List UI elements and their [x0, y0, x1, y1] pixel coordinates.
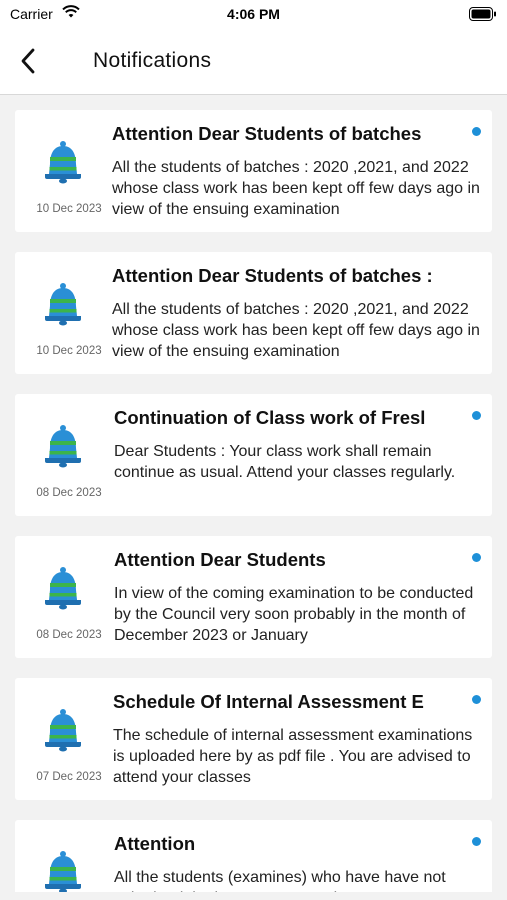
notification-body: All the students of batches : 2020 ,2021…: [112, 301, 480, 360]
bell-icon: [41, 566, 85, 612]
notification-card[interactable]: 10 Dec 2023 Attention Dear Students of b…: [15, 110, 492, 232]
battery-icon: [469, 7, 497, 26]
unread-dot: [472, 695, 481, 704]
notification-title: Schedule Of Internal Assessment E: [113, 691, 424, 712]
bell-icon: [41, 282, 85, 328]
navigation-bar: Notifications: [0, 28, 507, 95]
notification-body: All the students of batches : 2020 ,2021…: [112, 159, 480, 218]
bell-icon: [41, 140, 85, 186]
unread-dot: [472, 553, 481, 562]
notification-card[interactable]: 10 Dec 2023 Attention Dear Students of b…: [15, 252, 492, 374]
notification-list[interactable]: 10 Dec 2023 Attention Dear Students of b…: [0, 95, 507, 892]
notification-body: Dear Students : Your class work shall re…: [114, 443, 456, 481]
bell-icon: [41, 850, 85, 892]
notification-card[interactable]: 08 Dec 2023 Continuation of Class work o…: [15, 394, 492, 516]
status-bar: Carrier 4:06 PM: [0, 0, 507, 28]
notification-title: Attention Dear Students of batches :: [112, 265, 433, 286]
notification-title: Continuation of Class work of Fresl: [114, 407, 426, 428]
notification-title: Attention Dear Students of batches: [112, 123, 422, 144]
chevron-left-icon: [21, 48, 35, 74]
notification-date: 07 Dec 2023: [36, 771, 102, 783]
notification-title: Attention Dear Students: [114, 549, 326, 570]
notification-card[interactable]: 07 Dec 2023 Schedule Of Internal Assessm…: [15, 678, 492, 800]
notification-date: 10 Dec 2023: [36, 345, 102, 357]
notification-body: In view of the coming examination to be …: [114, 585, 474, 644]
back-button[interactable]: [14, 46, 44, 76]
notification-date: 08 Dec 2023: [36, 487, 102, 499]
notification-title: Attention: [114, 833, 196, 854]
clock: 4:06 PM: [227, 6, 280, 22]
notification-card[interactable]: 08 Dec 2023 Attention Dear Students In v…: [15, 536, 492, 658]
unread-dot: [472, 127, 481, 136]
notification-card[interactable]: Attention All the students (examines) wh…: [15, 820, 492, 892]
unread-dot: [472, 411, 481, 420]
notification-date: 08 Dec 2023: [36, 629, 102, 641]
notification-body: The schedule of internal assessment exam…: [113, 727, 473, 786]
bell-icon: [41, 424, 85, 470]
unread-dot: [472, 837, 481, 846]
notification-date: 10 Dec 2023: [36, 203, 102, 215]
page-title: Notifications: [93, 49, 212, 72]
bottom-edge: [0, 892, 507, 900]
bell-icon: [41, 708, 85, 754]
notification-body: All the students (examines) who have hav…: [114, 869, 446, 892]
